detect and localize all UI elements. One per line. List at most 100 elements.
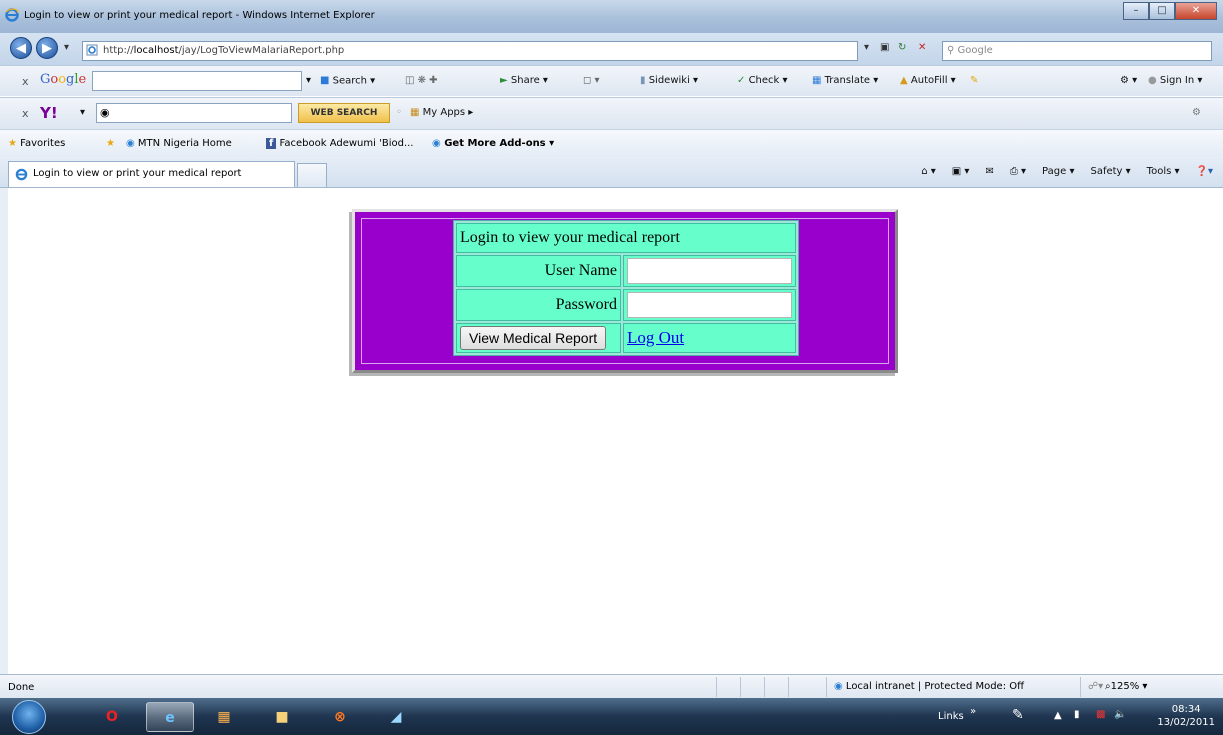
wrench-icon[interactable]: ⚙ ▾ <box>1120 75 1137 86</box>
address-dropdown-icon[interactable]: ▾ <box>864 42 869 53</box>
back-button[interactable]: ◀ <box>10 37 32 59</box>
ie-page-icon: ◉ <box>126 138 135 149</box>
zoom-control[interactable]: ⌕125% ▾ <box>1105 681 1147 692</box>
autofill-label: AutoFill <box>910 75 948 86</box>
tab-medical-report[interactable]: Login to view or print your medical repo… <box>8 161 295 187</box>
history-dropdown-icon[interactable]: ▾ <box>64 42 69 53</box>
log-out-link[interactable]: Log Out <box>627 328 684 347</box>
favorite-facebook[interactable]: f Facebook Adewumi 'Biod... <box>266 138 413 149</box>
security-zone[interactable]: ◉ Local intranet | Protected Mode: Off <box>834 681 1024 692</box>
favorite-get-more-addons[interactable]: ◉ Get More Add-ons ▾ <box>432 138 554 149</box>
add-to-favorites-icon[interactable]: ★ <box>106 138 115 149</box>
favorites-star-icon: ★ <box>8 138 17 149</box>
zoom-level: 125% <box>1110 681 1140 692</box>
google-search-icon: ■ <box>320 75 330 86</box>
sign-in-button[interactable]: ● Sign In ▾ <box>1148 75 1202 86</box>
taskbar-clock[interactable]: 08:34 13/02/2011 <box>1157 703 1215 729</box>
search-icon: ⚲ <box>947 45 955 56</box>
logout-cell: Log Out <box>623 323 796 353</box>
yahoo-toolbar-close[interactable]: x <box>22 107 29 120</box>
close-button[interactable]: ✕ <box>1175 2 1217 20</box>
address-input[interactable]: http://localhost/jay/LogToViewMalariaRep… <box>82 41 858 61</box>
spellcheck-icon: ✓ <box>737 75 746 86</box>
status-text: Done <box>8 682 35 693</box>
translate-label: Translate <box>824 75 871 86</box>
taskbar-app-xampp[interactable]: ⊗ <box>316 702 364 732</box>
check-button[interactable]: ✓ Check ▾ <box>737 75 788 86</box>
taskbar-app-explorer[interactable]: ■ <box>258 702 306 732</box>
taskbar-app-media[interactable]: ▦ <box>200 702 248 732</box>
print-icon[interactable]: ⎙ ▾ <box>1010 166 1026 177</box>
network-icon[interactable]: ▩ <box>1096 709 1105 720</box>
status-divider <box>1080 677 1081 697</box>
translate-button[interactable]: ▦ Translate ▾ <box>812 75 878 86</box>
start-button[interactable] <box>12 700 46 734</box>
autofill-button[interactable]: ▲ AutoFill ▾ <box>900 75 956 86</box>
url-host: localhost <box>133 45 179 56</box>
autofill-icon: ▲ <box>900 75 908 86</box>
tablet-input-icon[interactable]: ✎ <box>1012 707 1024 723</box>
search-placeholder: Google <box>957 45 993 56</box>
sidewiki-button[interactable]: ▮ Sidewiki ▾ <box>640 75 698 86</box>
share-button[interactable]: ► Share ▾ <box>500 75 548 86</box>
forward-button[interactable]: ▶ <box>36 37 58 59</box>
status-divider <box>788 677 789 697</box>
taskbar-app-opera[interactable]: O <box>88 702 136 732</box>
window-title: Login to view or print your medical repo… <box>24 10 375 21</box>
mail-icon[interactable]: ✉ <box>985 166 993 177</box>
status-bar: Done ◉ Local intranet | Protected Mode: … <box>0 674 1223 698</box>
highlighter-icon[interactable]: ✎ <box>970 75 978 86</box>
password-label: Password <box>456 289 621 321</box>
facebook-icon: f <box>266 138 277 149</box>
tab-title: Login to view or print your medical repo… <box>33 168 242 179</box>
my-apps-button[interactable]: ▦ My Apps ▸ <box>410 107 473 118</box>
help-icon[interactable]: ❓▾ <box>1196 166 1213 177</box>
google-search-button[interactable]: ■ Search ▾ <box>320 75 375 87</box>
show-hidden-icons[interactable]: ▲ <box>1054 710 1062 721</box>
search-input[interactable]: ⚲ Google <box>942 41 1212 61</box>
url-path: /jay/LogToViewMalariaReport.php <box>178 45 345 56</box>
feeds-icon[interactable]: ▣ ▾ <box>952 166 970 177</box>
links-chevron-icon[interactable]: » <box>970 706 976 717</box>
safety-menu[interactable]: Safety ▾ <box>1090 166 1130 177</box>
password-input[interactable] <box>627 292 792 318</box>
volume-icon[interactable]: 🔈 <box>1114 709 1126 720</box>
taskbar-app-window[interactable]: ◢ <box>372 702 420 732</box>
favorites-button[interactable]: ★ Favorites <box>8 138 65 149</box>
yahoo-toolbar: x Y! ▾ ◉ WEB SEARCH ◦ ▦ My Apps ▸ ⚙ <box>0 97 1223 129</box>
google-toolbar-close[interactable]: x <box>22 75 29 88</box>
compatibility-icon[interactable]: ▣ <box>880 42 889 53</box>
toolbar-settings-icon[interactable]: ⚙ <box>1192 107 1201 118</box>
security-zone-label: Local intranet | Protected Mode: Off <box>845 681 1025 692</box>
refresh-icon[interactable]: ↻ <box>898 42 906 53</box>
favorite-facebook-label: Facebook Adewumi 'Biod... <box>279 138 414 149</box>
home-icon[interactable]: ⌂ ▾ <box>921 166 936 177</box>
page-icon <box>86 44 98 63</box>
toolbar-extra-icons[interactable]: ◫ ❋ ✚ <box>405 75 438 86</box>
favorite-mtn-label: MTN Nigeria Home <box>137 138 232 149</box>
google-search-dropdown-icon[interactable]: ▾ <box>306 75 311 86</box>
protected-mode-icon[interactable]: ☍▾ <box>1088 681 1103 692</box>
links-toolbar[interactable]: Links <box>938 711 964 722</box>
taskbar-app-internet-explorer[interactable]: e <box>146 702 194 732</box>
yahoo-logo-icon[interactable]: Y! <box>40 104 58 122</box>
web-search-button[interactable]: WEB SEARCH <box>298 103 390 123</box>
maximize-button[interactable]: □ <box>1149 2 1175 20</box>
page-menu[interactable]: Page ▾ <box>1042 166 1074 177</box>
favorite-mtn-nigeria[interactable]: ◉ MTN Nigeria Home <box>126 138 232 149</box>
google-search-input[interactable] <box>92 71 302 91</box>
stop-icon[interactable]: ✕ <box>918 42 926 53</box>
yahoo-dropdown-icon[interactable]: ▾ <box>80 107 85 118</box>
tools-menu[interactable]: Tools ▾ <box>1147 166 1180 177</box>
intranet-globe-icon: ◉ <box>834 681 843 692</box>
sidewiki-icon: ▮ <box>640 75 646 86</box>
toolbar-icons-group[interactable]: ◻ ▾ <box>583 75 600 86</box>
view-medical-report-button[interactable]: View Medical Report <box>460 326 607 350</box>
toolbar-separator-icon: ◦ <box>396 107 402 118</box>
window-app-icon: ◢ <box>390 709 402 725</box>
new-tab-button[interactable] <box>297 163 327 187</box>
minimize-button[interactable]: – <box>1123 2 1149 20</box>
username-input[interactable] <box>627 258 792 284</box>
power-icon[interactable]: ▮ <box>1074 709 1080 720</box>
yahoo-search-input[interactable]: ◉ <box>96 103 292 123</box>
